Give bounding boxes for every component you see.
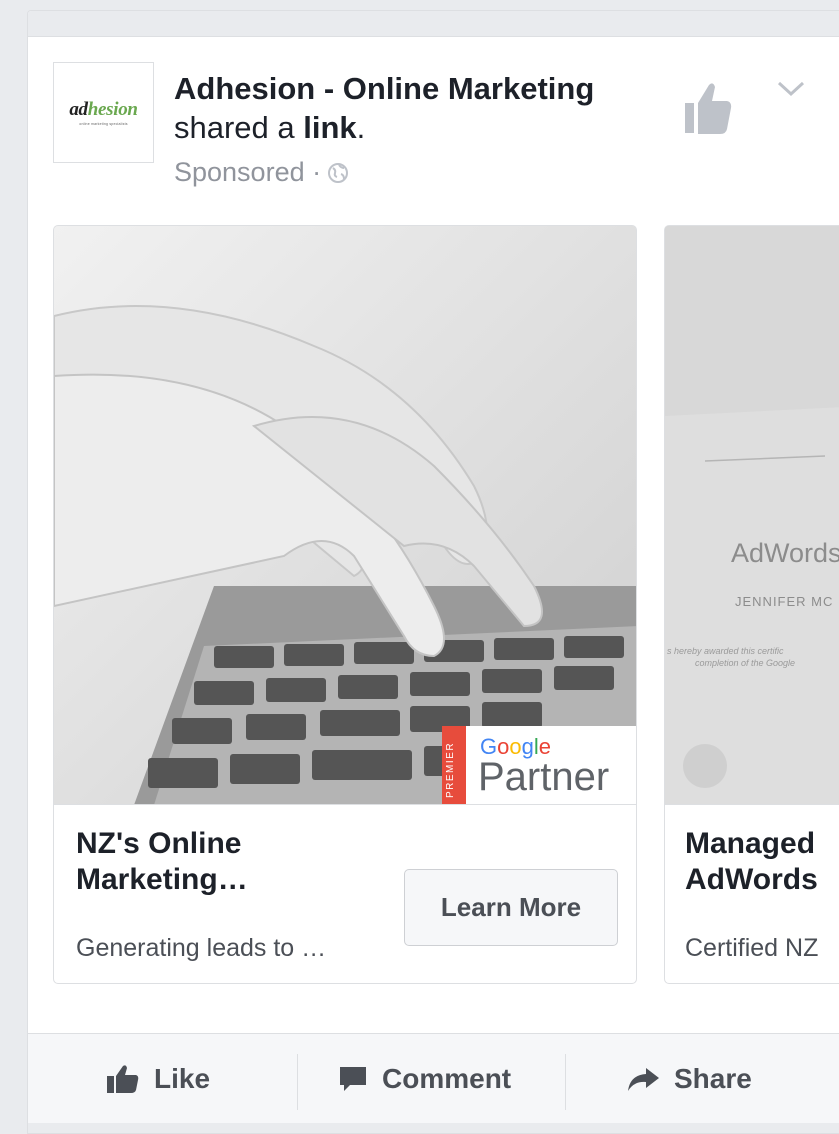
action-divider bbox=[565, 1054, 566, 1110]
globe-icon bbox=[328, 162, 349, 183]
avatar-tagline: online marketing specialists bbox=[79, 122, 128, 126]
carousel-card-2[interactable]: AdWords JENNIFER MC s hereby awarded thi… bbox=[664, 225, 839, 984]
carousel-image-certificate[interactable]: AdWords JENNIFER MC s hereby awarded thi… bbox=[665, 226, 839, 805]
hands-on-keyboard-image bbox=[54, 226, 636, 804]
google-partner-badge: PREMIER Google Partner bbox=[442, 726, 636, 804]
like-button[interactable]: Like bbox=[106, 1034, 210, 1124]
learn-more-button[interactable]: Learn More bbox=[404, 869, 618, 946]
comment-label: Comment bbox=[382, 1063, 512, 1094]
certificate-line-2: completion of the Google bbox=[695, 658, 796, 668]
card-top-bar bbox=[28, 11, 839, 37]
page-avatar[interactable]: adhesion online marketing specialists bbox=[53, 62, 154, 163]
sponsored-post-card: adhesion online marketing specialists Ad… bbox=[27, 10, 839, 1134]
chevron-down-icon[interactable] bbox=[776, 79, 806, 99]
certificate-image bbox=[665, 226, 839, 804]
carousel-title[interactable]: NZ's Online Marketing… bbox=[76, 826, 376, 898]
shared-link[interactable]: link bbox=[303, 110, 356, 145]
certificate-title-text: AdWords bbox=[731, 538, 839, 568]
comment-icon bbox=[340, 1067, 366, 1091]
share-icon bbox=[628, 1068, 659, 1091]
sponsored-link[interactable]: Sponsored · bbox=[174, 157, 321, 188]
thumbs-up-icon bbox=[107, 1065, 139, 1093]
premier-label: PREMIER bbox=[445, 741, 456, 798]
carousel-description: Generating leads to … bbox=[76, 934, 327, 962]
carousel-card-1[interactable]: PREMIER Google Partner NZ's Online Marke… bbox=[53, 225, 637, 984]
certificate-line-1: s hereby awarded this certific bbox=[667, 646, 784, 656]
shared-a-link-line: shared a link. bbox=[174, 110, 366, 145]
action-divider bbox=[297, 1054, 298, 1110]
like-label: Like bbox=[154, 1063, 211, 1094]
certificate-name-text: JENNIFER MC bbox=[735, 594, 834, 609]
card-bottom-bar bbox=[28, 1123, 839, 1133]
sponsored-label: Sponsored · bbox=[174, 157, 349, 188]
premier-strip: PREMIER bbox=[442, 726, 466, 804]
carousel-image-hands-keyboard[interactable]: PREMIER Google Partner bbox=[54, 226, 636, 805]
page-name-link[interactable]: Adhesion - Online Marketing bbox=[174, 71, 594, 107]
share-button[interactable]: Share bbox=[626, 1034, 752, 1124]
partner-label: Partner bbox=[478, 755, 610, 799]
avatar-logo-text: adhesion bbox=[69, 99, 138, 120]
comment-button[interactable]: Comment bbox=[338, 1034, 511, 1124]
carousel-title[interactable]: Managed AdWords bbox=[685, 826, 839, 898]
share-label: Share bbox=[674, 1063, 752, 1094]
carousel-description: Certified NZ bbox=[685, 934, 819, 962]
post-action-bar: Like Comment Share bbox=[28, 1033, 839, 1123]
like-page-icon[interactable] bbox=[683, 79, 733, 137]
